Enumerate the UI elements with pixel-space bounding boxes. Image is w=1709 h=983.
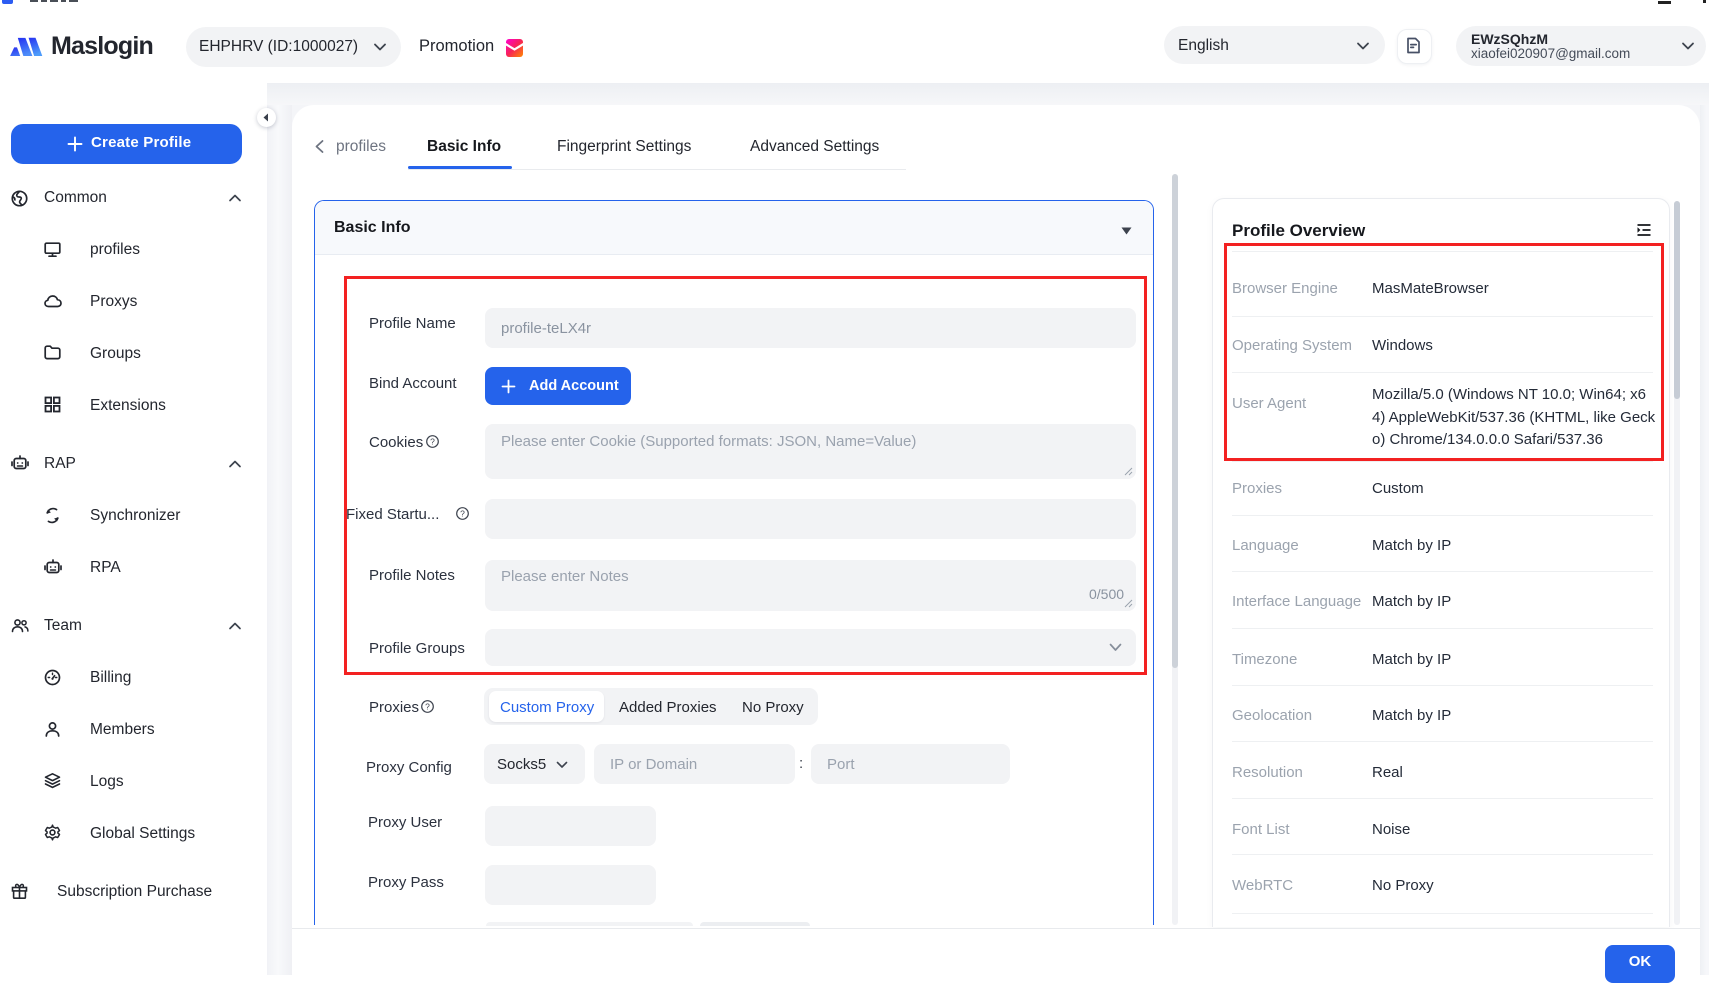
svg-text:?: ? <box>425 701 430 711</box>
